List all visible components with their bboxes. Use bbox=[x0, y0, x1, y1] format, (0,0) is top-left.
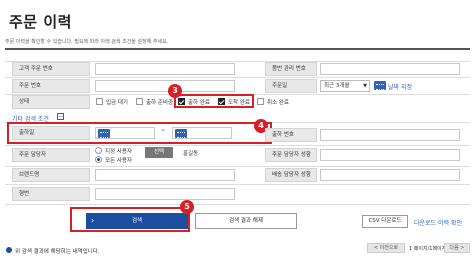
highlight-box-ship-date bbox=[7, 122, 272, 144]
page-title: 주문 이력 bbox=[9, 13, 72, 31]
row-divider bbox=[5, 204, 470, 205]
status-checkbox-pending-payment[interactable] bbox=[96, 98, 103, 105]
brand-input[interactable] bbox=[95, 169, 235, 181]
radio-all-users[interactable] bbox=[95, 156, 102, 163]
chevron-down-icon: ▼ bbox=[363, 83, 367, 89]
step-badge: 5 bbox=[180, 200, 194, 214]
delivery-person-name-label: 배송 담당자 성함 bbox=[265, 168, 317, 182]
model-label: 형번 bbox=[12, 187, 90, 201]
brand-label: 브랜드명 bbox=[12, 168, 90, 182]
status-option-label: 취소 완료 bbox=[267, 100, 289, 106]
ship-no-label: 출하 번호 bbox=[265, 128, 317, 142]
ship-no-input[interactable] bbox=[320, 129, 460, 141]
step-badge: 3 bbox=[168, 84, 182, 98]
highlight-box-search bbox=[70, 207, 190, 232]
prev-page-button[interactable]: < 이전으로 bbox=[367, 243, 405, 253]
order-person-name-label: 주문 담당자 성함 bbox=[265, 148, 317, 162]
radio-specified-label: 지정 사용자 bbox=[105, 149, 133, 155]
order-no-label: 주문 번호 bbox=[12, 79, 90, 93]
result-note: 위 검색 결과에 해당하는 내역입니다. bbox=[15, 249, 100, 255]
calendar-icon[interactable] bbox=[374, 81, 386, 90]
row-divider bbox=[5, 166, 470, 167]
order-no-input[interactable] bbox=[95, 80, 235, 92]
status-option-label: 출하 준비중 bbox=[146, 100, 174, 106]
period-select[interactable]: 최근 3개월 ▼ bbox=[320, 80, 370, 92]
radio-all-label: 모든 사용자 bbox=[105, 158, 133, 164]
customer-order-no-input[interactable] bbox=[95, 63, 235, 75]
order-date-label: 주문일 bbox=[265, 79, 317, 93]
order-person-label: 주문 담당자 bbox=[12, 148, 90, 162]
row-divider bbox=[5, 145, 470, 146]
status-checkbox-preparing[interactable] bbox=[136, 98, 143, 105]
collapse-icon[interactable]: − bbox=[57, 113, 64, 120]
period-select-value: 최근 3개월 bbox=[324, 83, 350, 89]
product-mgmt-no-label: 품번 관리 번호 bbox=[265, 62, 317, 76]
info-bullet-icon bbox=[6, 247, 12, 253]
select-user-button[interactable]: 선택 bbox=[145, 147, 173, 158]
status-label: 상태 bbox=[12, 95, 90, 109]
product-mgmt-no-input[interactable] bbox=[320, 63, 460, 75]
delivery-person-name-input[interactable] bbox=[320, 169, 460, 181]
row-divider bbox=[5, 77, 470, 78]
header-divider bbox=[5, 48, 470, 50]
highlight-box-status bbox=[174, 94, 254, 108]
download-history-link[interactable]: 다운로드 이력 확인 bbox=[414, 218, 462, 227]
customer-order-no-label: 고객 주문 번호 bbox=[12, 62, 90, 76]
status-checkbox-cancelled[interactable] bbox=[257, 98, 264, 105]
selected-user-name: 홍길동 bbox=[183, 151, 199, 157]
radio-specified-user[interactable] bbox=[95, 147, 102, 154]
row-divider bbox=[5, 184, 470, 185]
order-person-name-input[interactable] bbox=[320, 149, 460, 161]
csv-download-button[interactable]: CSV 다운로드 bbox=[362, 215, 408, 228]
status-option-label: 입금 대기 bbox=[106, 100, 128, 106]
page-info: 1 페이지/1페이지 bbox=[409, 246, 447, 252]
page-description: 주문 이력을 확인할 수 있습니다. 필요에 따라 아래 검색 조건을 설정해 … bbox=[5, 39, 169, 45]
next-page-button[interactable]: 다음 > bbox=[444, 243, 470, 253]
date-setting-link[interactable]: 날짜 지정 bbox=[388, 82, 412, 91]
reset-search-button[interactable]: 검색 결과 해제 bbox=[195, 213, 297, 229]
model-input[interactable] bbox=[95, 188, 235, 200]
